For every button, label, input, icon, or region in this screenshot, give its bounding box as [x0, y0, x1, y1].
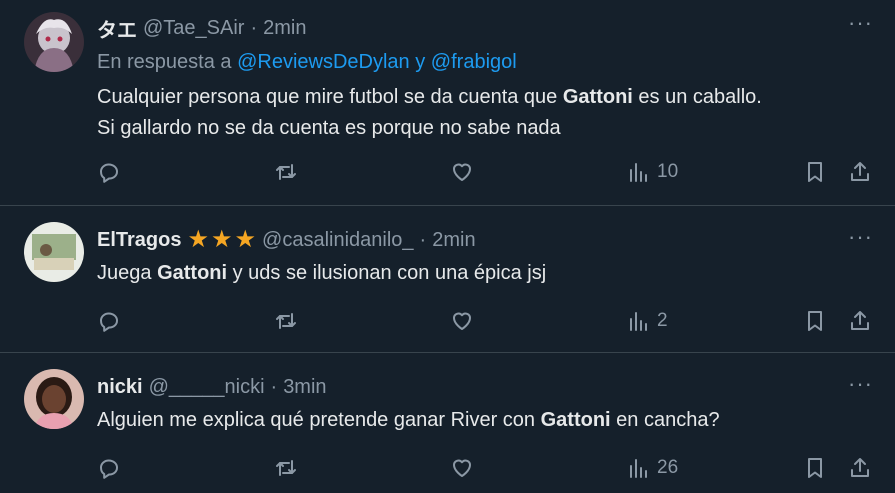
display-name[interactable]: nicki: [97, 376, 143, 399]
retweet-button[interactable]: [274, 453, 298, 483]
display-name[interactable]: タエ: [97, 14, 137, 43]
action-bar: 26: [97, 453, 877, 483]
bookmark-icon: [808, 458, 822, 478]
star-icon: ★: [187, 226, 209, 253]
share-button[interactable]: [848, 157, 872, 187]
text-segment: Alguien me explica qué pretende ganar Ri…: [97, 409, 541, 431]
like-button[interactable]: [450, 453, 474, 483]
timestamp[interactable]: 2min: [263, 17, 306, 40]
timestamp[interactable]: 2min: [432, 229, 475, 252]
verified-stars: ★ ★ ★: [187, 228, 256, 252]
views-count: 2: [657, 310, 668, 331]
user-handle[interactable]: @Tae_SAir: [143, 17, 244, 40]
mention-link[interactable]: @frabigol: [431, 51, 517, 73]
more-icon[interactable]: ···: [848, 373, 873, 395]
text-bold: Gattoni: [562, 86, 633, 108]
reply-button[interactable]: [97, 453, 121, 483]
views-count: 26: [657, 457, 679, 478]
share-icon: [851, 162, 869, 181]
bookmark-button[interactable]: [803, 453, 827, 483]
avatar[interactable]: [24, 222, 84, 282]
text-segment: Si gallardo no se da cuenta es porque no…: [97, 117, 561, 139]
retweet-button[interactable]: [274, 157, 298, 187]
reply-prefix: En respuesta a: [97, 51, 232, 73]
tweet[interactable]: タエ @Tae_SAir · 2min En respuesta a @Revi…: [0, 0, 895, 206]
reply-icon: [100, 312, 118, 332]
views-icon: [630, 312, 647, 331]
views-button[interactable]: 26: [627, 453, 678, 483]
mention-link[interactable]: @ReviewsDeDylan: [237, 51, 410, 73]
bookmark-icon: [808, 311, 822, 331]
text-segment: Cualquier persona que mire futbol se da …: [97, 86, 563, 108]
display-name[interactable]: ElTragos: [97, 229, 181, 252]
separator-dot: ·: [419, 228, 427, 251]
share-button[interactable]: [848, 453, 872, 483]
retweet-icon: [276, 164, 296, 180]
bookmark-button[interactable]: [803, 157, 827, 187]
action-bar: 2: [97, 306, 877, 336]
like-button[interactable]: [450, 306, 474, 336]
like-icon: [453, 312, 471, 330]
tweet-text: Alguien me explica qué pretende ganar Ri…: [97, 405, 875, 436]
share-icon: [851, 458, 869, 477]
user-handle[interactable]: @_____nicki: [149, 376, 265, 399]
share-icon: [851, 311, 869, 330]
star-icon: ★: [234, 226, 257, 253]
text-segment: y uds se ilusionan con una épica jsj: [227, 262, 547, 284]
like-button[interactable]: [450, 157, 474, 187]
like-icon: [453, 163, 471, 181]
views-icon: [630, 163, 647, 182]
text-segment: en cancha?: [610, 409, 720, 431]
views-icon: [630, 459, 647, 478]
reply-button[interactable]: [97, 306, 121, 336]
bookmark-icon: [808, 162, 822, 182]
reply-icon: [100, 459, 118, 479]
user-handle[interactable]: @casalinidanilo_: [262, 229, 414, 252]
like-icon: [453, 459, 471, 477]
tweet-text: Juega Gattoni y uds se ilusionan con una…: [97, 258, 875, 289]
text-segment: Juega: [97, 262, 158, 284]
bookmark-button[interactable]: [803, 306, 827, 336]
more-icon[interactable]: ···: [848, 12, 873, 34]
views-count: 10: [657, 161, 679, 182]
star-icon: ★: [211, 226, 233, 253]
reply-and: y: [415, 51, 426, 73]
text-bold: Gattoni: [540, 409, 611, 431]
action-bar: 10: [97, 157, 877, 187]
share-button[interactable]: [848, 306, 872, 336]
tweet-text: Cualquier persona que mire futbol se da …: [97, 82, 875, 144]
reply-button[interactable]: [97, 157, 121, 187]
timestamp[interactable]: 3min: [283, 376, 326, 399]
avatar[interactable]: [24, 369, 84, 429]
views-button[interactable]: 10: [627, 157, 678, 187]
separator-dot: ·: [270, 375, 278, 398]
more-icon[interactable]: ···: [848, 226, 873, 248]
separator-dot: ·: [250, 16, 258, 39]
views-button[interactable]: 2: [627, 306, 668, 336]
retweet-icon: [276, 313, 296, 329]
retweet-icon: [276, 460, 296, 476]
reply-context: En respuesta a @ReviewsDeDylan y @frabig…: [97, 48, 875, 76]
retweet-button[interactable]: [274, 306, 298, 336]
text-segment: es un caballo.: [632, 86, 762, 108]
avatar[interactable]: [24, 12, 84, 72]
reply-icon: [100, 163, 118, 183]
text-bold: Gattoni: [157, 262, 228, 284]
